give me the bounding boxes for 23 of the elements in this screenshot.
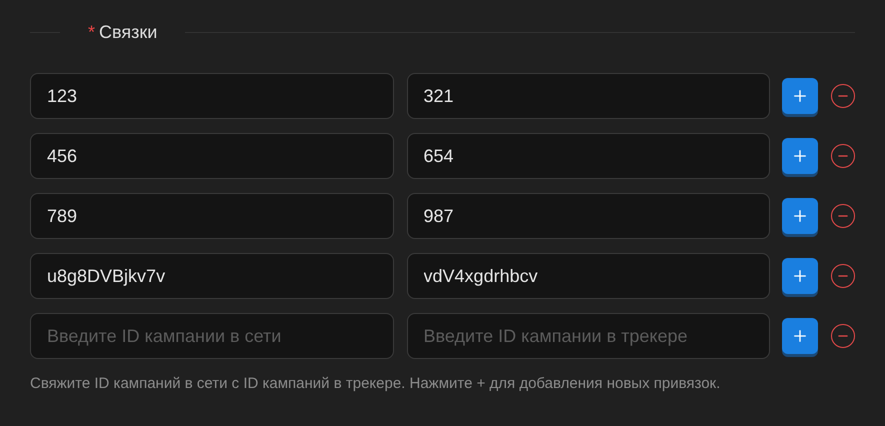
add-button[interactable] [782, 258, 818, 294]
add-button[interactable] [782, 138, 818, 174]
input-field[interactable]: 654 [406, 133, 770, 179]
remove-button[interactable] [831, 324, 855, 348]
input-field[interactable]: 456 [30, 133, 394, 179]
input-field[interactable]: 987 [406, 193, 770, 239]
input-field[interactable]: 789 [30, 193, 394, 239]
remove-button[interactable] [831, 144, 855, 168]
input-field[interactable]: u8g8DVBjkv7v [30, 253, 394, 299]
add-button[interactable] [782, 318, 818, 354]
input-field[interactable]: Введите ID кампании в сети [30, 313, 394, 359]
input-field[interactable]: vdV4xgdrhbcv [406, 253, 770, 299]
remove-button[interactable] [831, 264, 855, 288]
help-text: Свяжите ID кампаний в сети с ID кампаний в трекере. Нажмите + для добавления новых привязок. [30, 374, 722, 394]
input-field[interactable]: 123 [30, 73, 394, 119]
input-field[interactable]: 321 [406, 73, 770, 119]
section-title: Связки [99, 20, 158, 44]
input-field[interactable]: Введите ID кампании в трекере [406, 313, 770, 359]
remove-button[interactable] [831, 84, 855, 108]
required-mark: * [88, 20, 96, 44]
add-button[interactable] [782, 198, 818, 234]
remove-button[interactable] [831, 204, 855, 228]
add-button[interactable] [782, 78, 818, 114]
